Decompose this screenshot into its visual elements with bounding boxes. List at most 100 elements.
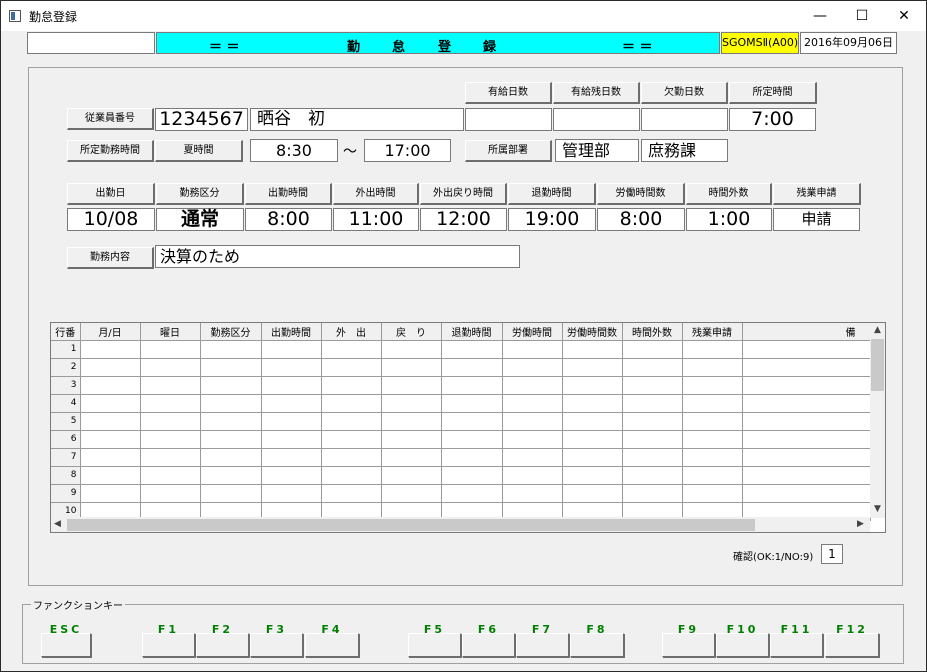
table-cell[interactable] xyxy=(80,358,141,377)
employee-name-field[interactable]: 晒谷 初 xyxy=(250,108,464,131)
table-cell[interactable] xyxy=(502,358,563,377)
f2-button[interactable] xyxy=(196,633,249,657)
table-cell[interactable] xyxy=(502,394,563,413)
table-cell[interactable] xyxy=(140,394,201,413)
table-cell[interactable] xyxy=(742,376,871,395)
table-cell[interactable] xyxy=(742,430,871,449)
f3-button[interactable] xyxy=(250,633,303,657)
table-cell[interactable] xyxy=(200,376,262,395)
table-cell[interactable] xyxy=(441,466,503,485)
table-cell[interactable] xyxy=(622,358,683,377)
grid-horizontal-scroll-thumb[interactable] xyxy=(67,519,755,531)
table-cell[interactable] xyxy=(261,466,322,485)
scheduled-hours-field[interactable]: 7:00 xyxy=(729,108,816,131)
department-field[interactable]: 管理部 xyxy=(555,139,639,162)
table-cell[interactable] xyxy=(381,430,442,449)
table-cell[interactable] xyxy=(381,358,442,377)
section-field[interactable]: 庶務課 xyxy=(641,139,728,162)
grid-col-clock-out[interactable]: 退勤時間 xyxy=(441,323,503,341)
confirm-input[interactable]: 1 xyxy=(821,544,843,564)
table-cell[interactable] xyxy=(502,430,563,449)
table-cell[interactable] xyxy=(261,430,322,449)
table-row[interactable]: 2 xyxy=(51,358,871,377)
table-row[interactable]: 3 xyxy=(51,376,871,395)
f12-button[interactable] xyxy=(825,633,879,657)
table-cell[interactable] xyxy=(140,376,201,395)
table-cell[interactable] xyxy=(682,394,743,413)
table-cell[interactable] xyxy=(682,466,743,485)
table-cell[interactable] xyxy=(682,358,743,377)
table-cell[interactable] xyxy=(321,394,382,413)
table-cell[interactable] xyxy=(200,358,262,377)
table-cell[interactable] xyxy=(80,394,141,413)
table-cell[interactable] xyxy=(502,448,563,467)
table-row[interactable]: 7 xyxy=(51,448,871,467)
table-cell[interactable] xyxy=(80,484,141,503)
table-cell[interactable] xyxy=(441,394,503,413)
table-cell[interactable] xyxy=(381,448,442,467)
table-cell[interactable] xyxy=(80,466,141,485)
table-cell[interactable] xyxy=(441,340,503,359)
table-cell[interactable] xyxy=(321,340,382,359)
table-cell[interactable] xyxy=(441,448,503,467)
grid-col-remarks[interactable]: 備 xyxy=(742,323,871,341)
table-cell[interactable] xyxy=(140,430,201,449)
table-cell[interactable] xyxy=(261,448,322,467)
attendance-grid[interactable]: 行番 月/日 曜日 勤務区分 出勤時間 外 出 戻 り 退勤時間 労働時間 労働… xyxy=(50,322,886,533)
table-cell[interactable] xyxy=(140,484,201,503)
table-cell[interactable] xyxy=(742,466,871,485)
table-cell[interactable] xyxy=(441,430,503,449)
entry-overtime-request-field[interactable]: 申請 xyxy=(773,208,860,231)
employee-id-field[interactable]: 1234567 xyxy=(155,108,248,131)
table-cell[interactable] xyxy=(502,340,563,359)
grid-col-weekday[interactable]: 曜日 xyxy=(140,323,201,341)
minimize-button[interactable]: — xyxy=(797,1,843,31)
entry-return-field[interactable]: 12:00 xyxy=(420,208,507,231)
f1-button[interactable] xyxy=(142,633,195,657)
grid-col-overtime-request[interactable]: 残業申請 xyxy=(682,323,743,341)
table-cell[interactable] xyxy=(441,376,503,395)
table-cell[interactable] xyxy=(140,448,201,467)
table-cell[interactable] xyxy=(562,430,623,449)
absent-days-field[interactable] xyxy=(641,108,728,131)
grid-vertical-scrollbar[interactable]: ▲ ▼ xyxy=(870,323,885,518)
table-cell[interactable] xyxy=(622,376,683,395)
table-cell[interactable] xyxy=(80,430,141,449)
entry-work-hours-field[interactable]: 8:00 xyxy=(597,208,685,231)
esc-button[interactable] xyxy=(41,633,91,657)
table-row[interactable]: 1 xyxy=(51,340,871,359)
f9-button[interactable] xyxy=(662,633,715,657)
table-cell[interactable] xyxy=(381,466,442,485)
table-cell[interactable] xyxy=(742,394,871,413)
table-cell[interactable] xyxy=(261,394,322,413)
table-cell[interactable] xyxy=(140,340,201,359)
shift-start-field[interactable]: 8:30 xyxy=(250,139,338,162)
table-cell[interactable] xyxy=(381,484,442,503)
table-cell[interactable] xyxy=(562,394,623,413)
table-cell[interactable] xyxy=(622,430,683,449)
table-cell[interactable] xyxy=(321,430,382,449)
table-cell[interactable] xyxy=(562,448,623,467)
table-cell[interactable] xyxy=(441,412,503,431)
table-cell[interactable] xyxy=(622,412,683,431)
table-cell[interactable] xyxy=(321,358,382,377)
table-cell[interactable] xyxy=(200,466,262,485)
table-cell[interactable] xyxy=(200,340,262,359)
f6-button[interactable] xyxy=(462,633,515,657)
table-cell[interactable] xyxy=(80,448,141,467)
table-cell[interactable] xyxy=(140,412,201,431)
work-content-field[interactable]: 決算のため xyxy=(155,245,520,268)
table-cell[interactable] xyxy=(682,412,743,431)
scroll-up-icon[interactable]: ▲ xyxy=(874,325,881,335)
table-cell[interactable] xyxy=(321,448,382,467)
table-cell[interactable] xyxy=(140,466,201,485)
f4-button[interactable] xyxy=(305,633,359,657)
table-cell[interactable] xyxy=(321,412,382,431)
table-cell[interactable] xyxy=(622,484,683,503)
table-cell[interactable] xyxy=(441,358,503,377)
grid-col-out[interactable]: 外 出 xyxy=(321,323,382,341)
grid-col-overtime[interactable]: 時間外数 xyxy=(622,323,683,341)
table-cell[interactable] xyxy=(321,466,382,485)
grid-col-row-no[interactable]: 行番 xyxy=(51,323,81,341)
entry-clock-in-field[interactable]: 8:00 xyxy=(245,208,332,231)
